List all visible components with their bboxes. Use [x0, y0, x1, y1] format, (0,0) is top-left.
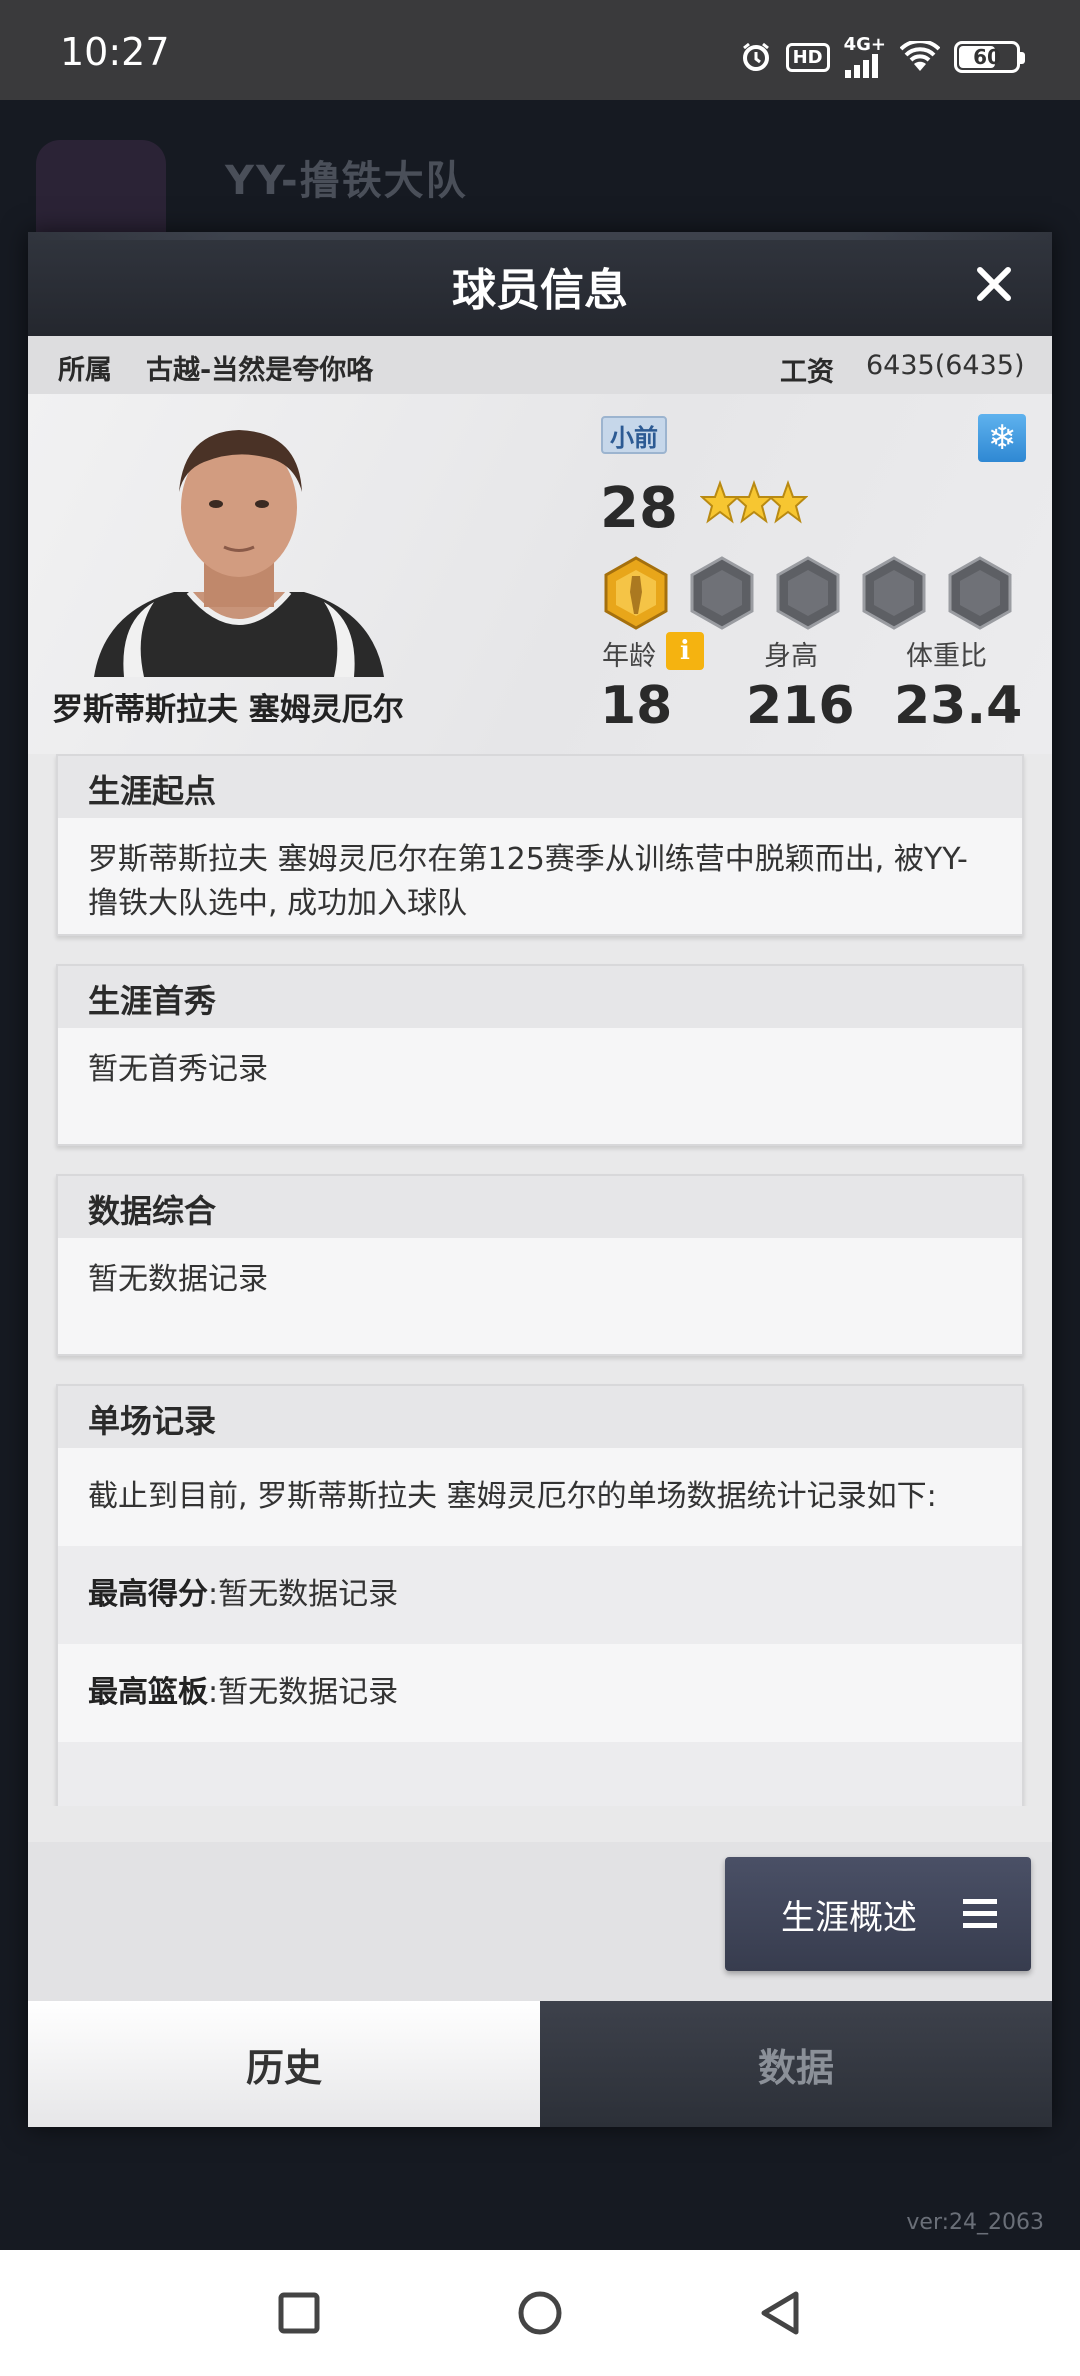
weight-ratio-label: 体重比 — [906, 641, 987, 672]
player-avatar — [94, 430, 384, 677]
record-label: 最高篮板 — [88, 1675, 208, 1710]
player-name: 罗斯蒂斯拉夫 塞姆灵厄尔 — [52, 692, 404, 728]
wifi-icon — [900, 41, 940, 73]
player-info-dialog: 球员信息 所属 古越-当然是夸你咯 工资 6435(6435) 罗斯蒂斯拉夫 塞… — [28, 232, 1052, 2127]
status-icons: HD 4G+ 60 — [740, 36, 1025, 78]
snowflake-icon[interactable]: ❄ — [978, 414, 1026, 462]
debut-card: 生涯首秀 暂无首秀记录 — [56, 964, 1024, 1146]
career-overview-label: 生涯概述 — [781, 1897, 917, 1938]
record-row: 最高得分:暂无数据记录 — [58, 1546, 1022, 1644]
career-overview-button[interactable]: 生涯概述 — [725, 1857, 1031, 1971]
back-button[interactable] — [749, 2282, 811, 2344]
circle-icon — [518, 2291, 562, 2335]
locked-badge-icon[interactable] — [686, 556, 758, 630]
height-label: 身高 — [764, 641, 818, 672]
card-text: 暂无首秀记录 — [88, 1052, 268, 1087]
age-label: 年龄 — [602, 641, 656, 672]
locked-badge-icon[interactable] — [944, 556, 1016, 630]
player-profile: 罗斯蒂斯拉夫 塞姆灵厄尔 小前 ❄ 28 年龄 i 身高 体重比 18 216 … — [28, 394, 1052, 754]
battery-icon: 60 — [954, 41, 1025, 73]
team-salary-row: 所属 古越-当然是夸你咯 工资 6435(6435) — [28, 336, 1052, 394]
card-title: 单场记录 — [58, 1386, 1022, 1448]
signal-icon: 4G+ — [844, 36, 886, 78]
card-title: 生涯首秀 — [58, 966, 1022, 1028]
close-icon — [977, 267, 1011, 301]
record-value: :暂无数据记录 — [208, 1577, 399, 1612]
position-badge: 小前 — [601, 416, 667, 454]
menu-icon — [963, 1899, 997, 1928]
status-time: 10:27 — [60, 30, 170, 74]
overall-rating: 28 — [600, 476, 678, 541]
height-value: 216 — [746, 676, 855, 736]
record-row — [58, 1742, 1022, 1806]
status-bar: 10:27 HD 4G+ 60 — [0, 0, 1080, 100]
star-icon — [768, 480, 808, 524]
hd-icon: HD — [785, 42, 830, 72]
team-label: 所属 — [58, 355, 112, 386]
version-label: ver:24_2063 — [906, 2210, 1044, 2235]
record-row: 最高篮板:暂无数据记录 — [58, 1644, 1022, 1742]
star-rating — [700, 479, 808, 527]
network-type: 4G+ — [843, 34, 886, 55]
tab-data[interactable]: 数据 — [540, 2001, 1052, 2127]
card-title: 生涯起点 — [58, 756, 1022, 818]
info-icon[interactable]: i — [666, 632, 704, 670]
data-summary-card: 数据综合 暂无数据记录 — [56, 1174, 1024, 1356]
card-text: 罗斯蒂斯拉夫 塞姆灵厄尔在第125赛季从训练营中脱颖而出, 被YY-撸铁大队选中… — [88, 842, 968, 921]
age-value: 18 — [600, 676, 673, 736]
salary-value: 6435(6435) — [866, 350, 1025, 381]
tab-history[interactable]: 历史 — [28, 2001, 540, 2127]
alarm-icon — [740, 41, 772, 73]
gold-badge-icon[interactable] — [600, 556, 672, 630]
record-intro: 截止到目前, 罗斯蒂斯拉夫 塞姆灵厄尔的单场数据统计记录如下: — [88, 1479, 937, 1514]
career-start-card: 生涯起点 罗斯蒂斯拉夫 塞姆灵厄尔在第125赛季从训练营中脱颖而出, 被YY-撸… — [56, 754, 1024, 936]
record-value: :暂无数据记录 — [208, 1675, 399, 1710]
team-value: 古越-当然是夸你咯 — [146, 355, 374, 386]
recents-button[interactable] — [268, 2282, 330, 2344]
salary-label: 工资 — [780, 357, 834, 388]
close-button[interactable] — [964, 254, 1024, 314]
locked-badge-icon[interactable] — [772, 556, 844, 630]
system-nav-bar — [0, 2250, 1080, 2376]
dialog-title: 球员信息 — [452, 265, 628, 316]
locked-badge-icon[interactable] — [858, 556, 930, 630]
skill-badges — [600, 556, 1016, 630]
dialog-header: 球员信息 — [28, 232, 1052, 336]
record-label: 最高得分 — [88, 1577, 208, 1612]
battery-level: 60 — [973, 45, 1001, 69]
back-triangle-icon — [761, 2291, 799, 2335]
background-team-name: YY-撸铁大队 — [225, 158, 468, 204]
card-title: 数据综合 — [58, 1176, 1022, 1238]
history-scroll-area[interactable]: 生涯起点 罗斯蒂斯拉夫 塞姆灵厄尔在第125赛季从训练营中脱颖而出, 被YY-撸… — [28, 754, 1052, 1806]
weight-ratio-value: 23.4 — [894, 676, 1023, 736]
home-button[interactable] — [509, 2282, 571, 2344]
square-icon — [278, 2292, 320, 2334]
card-text: 暂无数据记录 — [88, 1262, 268, 1297]
single-game-record-card: 单场记录 截止到目前, 罗斯蒂斯拉夫 塞姆灵厄尔的单场数据统计记录如下: 最高得… — [56, 1384, 1024, 1806]
